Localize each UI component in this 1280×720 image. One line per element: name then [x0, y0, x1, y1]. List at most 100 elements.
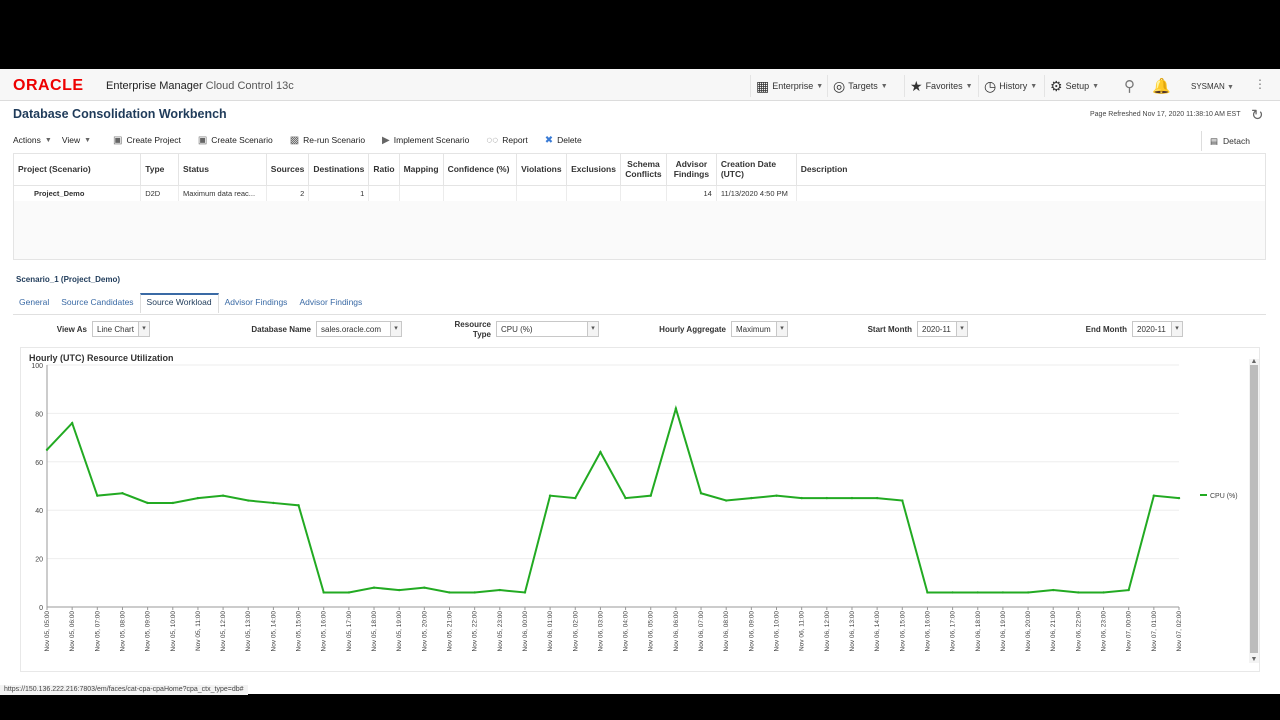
tab-source-workload[interactable]: Source Workload: [139, 293, 219, 313]
data-point: [96, 494, 99, 497]
x-tick-label: Nov 06, 21:00: [1050, 611, 1057, 652]
target-icon: ◎: [833, 77, 846, 94]
product-name-bold: Enterprise Manager: [106, 80, 203, 92]
legend-label: CPU (%): [1210, 493, 1238, 500]
col-exclusions[interactable]: Exclusions: [566, 154, 621, 186]
chart-scrollbar[interactable]: ▲ ▼: [1249, 358, 1259, 663]
status-bar-url: https://150.136.222.216:7803/em/faces/ca…: [0, 685, 248, 695]
x-tick-label: Nov 05, 12:00: [220, 611, 227, 652]
chevron-down-icon: ▾: [776, 322, 787, 336]
view-menu[interactable]: View ▼: [62, 135, 91, 145]
y-tick-label: 20: [35, 557, 43, 564]
x-tick-label: Nov 07, 01:00: [1151, 611, 1158, 652]
start-month-select[interactable]: 2020-11 ▾: [917, 321, 968, 337]
actions-menu[interactable]: Actions ▼: [13, 135, 52, 145]
col-sources[interactable]: Sources: [266, 154, 310, 186]
col-violations[interactable]: Violations: [516, 154, 568, 186]
cell-advisor-findings: 14: [666, 185, 717, 201]
x-tick-label: Nov 05, 06:00: [69, 611, 76, 652]
menu-history[interactable]: ◷ History ▼: [978, 75, 1042, 97]
col-confidence[interactable]: Confidence (%): [443, 154, 518, 186]
table-header-row: Project (Scenario) Type Status Sources D…: [14, 154, 1265, 186]
chevron-down-icon: ▾: [587, 322, 598, 336]
end-month-select[interactable]: 2020-11 ▾: [1132, 321, 1183, 337]
x-tick-label: Nov 05, 11:00: [195, 611, 202, 651]
resource-type-label-line1: Resource: [454, 320, 491, 329]
hourly-aggregate-select[interactable]: Maximum ▾: [731, 321, 788, 337]
create-project-button[interactable]: ▣ Create Project: [113, 135, 181, 146]
x-tick-label: Nov 05, 08:00: [119, 611, 126, 652]
cell-project[interactable]: Project_Demo: [14, 185, 142, 201]
data-point: [423, 586, 426, 589]
data-point: [498, 588, 501, 592]
x-tick-label: Nov 06, 13:00: [849, 611, 856, 652]
data-point: [171, 501, 174, 505]
data-point: [800, 496, 803, 500]
col-mapping[interactable]: Mapping: [399, 154, 444, 186]
scenario-title: Scenario_1 (Project_Demo): [16, 275, 121, 284]
table-row[interactable]: Project_Demo D2D Maximum data reac... 2 …: [14, 185, 1265, 201]
x-tick-label: Nov 06, 03:00: [597, 611, 604, 652]
tab-advisor-findings-2[interactable]: Advisor Findings: [293, 293, 368, 313]
data-point: [1026, 591, 1030, 594]
create-scenario-button[interactable]: ▣ Create Scenario: [198, 135, 273, 146]
x-tick-label: Nov 06, 00:00: [522, 611, 529, 652]
x-tick-label: Nov 06, 10:00: [774, 611, 781, 652]
more-icon[interactable]: ⋮: [1254, 77, 1266, 91]
toolbar: Actions ▼ View ▼ ▣ Create Project ▣ Crea…: [13, 131, 599, 149]
x-tick-label: Nov 06, 22:00: [1075, 611, 1082, 652]
rerun-scenario-button[interactable]: ▩ Re-run Scenario: [290, 135, 365, 146]
series-line-cpu: [46, 405, 1180, 594]
detach-button[interactable]: ▤ Detach: [1201, 131, 1258, 151]
data-point: [45, 448, 49, 451]
menu-setup[interactable]: ⚙ Setup ▼: [1044, 75, 1104, 97]
x-tick-label: Nov 05, 23:00: [497, 611, 504, 652]
col-status[interactable]: Status: [178, 154, 267, 186]
scrollbar-thumb[interactable]: [1250, 365, 1258, 653]
menu-favorites[interactable]: ★ Favorites ▼: [904, 75, 978, 97]
search-icon[interactable]: ⚲: [1124, 77, 1135, 95]
end-month-label: End Month: [1085, 325, 1127, 334]
col-advisor-findings[interactable]: Advisor Findings: [666, 154, 717, 186]
rerun-scenario-label: Re-run Scenario: [303, 135, 366, 145]
data-point: [750, 496, 753, 500]
create-project-label: Create Project: [126, 135, 181, 145]
x-tick-label: Nov 05, 10:00: [170, 611, 177, 652]
cell-sources: 2: [266, 185, 310, 201]
chevron-down-icon: ▾: [138, 322, 149, 336]
delete-button[interactable]: ✖ Delete: [545, 135, 582, 146]
database-name-select[interactable]: sales.oracle.com ▾: [316, 321, 402, 337]
col-type[interactable]: Type: [140, 154, 179, 186]
col-destinations[interactable]: Destinations: [308, 154, 370, 186]
menu-enterprise[interactable]: ▦ Enterprise ▼: [750, 75, 828, 97]
resource-type-select[interactable]: CPU (%) ▾: [496, 321, 599, 337]
tab-source-candidates[interactable]: Source Candidates: [55, 293, 139, 313]
database-name-value: sales.oracle.com: [321, 325, 382, 334]
x-tick-label: Nov 05, 19:00: [396, 611, 403, 652]
scroll-down-icon[interactable]: ▼: [1249, 656, 1259, 663]
clock-icon: ◷: [984, 77, 997, 94]
implement-scenario-button[interactable]: ▶ Implement Scenario: [382, 135, 469, 146]
data-point: [1177, 496, 1181, 500]
data-point: [775, 494, 778, 497]
data-point: [599, 450, 602, 454]
building-icon: ▦: [756, 77, 770, 94]
tab-advisor-findings[interactable]: Advisor Findings: [219, 293, 294, 313]
data-point: [121, 492, 124, 495]
tab-general[interactable]: General: [13, 293, 55, 313]
user-menu[interactable]: SYSMAN ▼: [1191, 82, 1234, 91]
col-project[interactable]: Project (Scenario): [14, 154, 142, 186]
col-creation-date[interactable]: Creation Date (UTC): [716, 154, 797, 186]
data-point: [322, 591, 325, 594]
create-scenario-label: Create Scenario: [211, 135, 273, 145]
refresh-icon[interactable]: ↻: [1251, 106, 1264, 124]
data-point: [825, 496, 829, 500]
view-as-select[interactable]: Line Chart ▾: [92, 321, 150, 337]
bell-icon[interactable]: 🔔: [1152, 77, 1171, 95]
start-month-label: Start Month: [867, 325, 912, 334]
menu-targets[interactable]: ◎ Targets ▼: [827, 75, 893, 97]
col-description[interactable]: Description: [796, 154, 1265, 186]
col-ratio[interactable]: Ratio: [368, 154, 400, 186]
report-button[interactable]: ◌◌ Report: [486, 135, 527, 146]
col-schema-conflicts[interactable]: Schema Conflicts: [620, 154, 667, 186]
